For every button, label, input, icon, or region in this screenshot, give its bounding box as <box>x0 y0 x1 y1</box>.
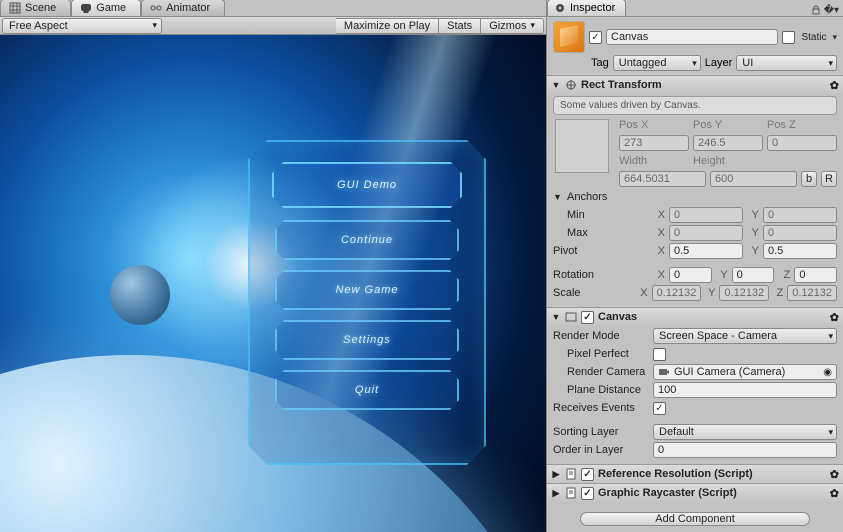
left-pane: Scene Game Animator Free Aspect Maximize… <box>0 0 546 532</box>
pixel-perfect-checkbox[interactable] <box>653 348 666 361</box>
gear-icon[interactable]: ✿ <box>830 487 839 500</box>
tab-scene-label: Scene <box>25 2 56 14</box>
plane-distance-field[interactable]: 100 <box>653 382 837 398</box>
inspector-tab-bar: Inspector �▾ <box>547 0 843 17</box>
raw-button[interactable]: R <box>821 171 837 187</box>
rot-z[interactable]: 0 <box>794 267 837 283</box>
tab-game[interactable]: Game <box>71 0 141 16</box>
height-field[interactable]: 600 <box>710 171 797 187</box>
layer-label: Layer <box>705 57 733 69</box>
fold-icon[interactable]: ▶ <box>551 469 561 480</box>
raycaster-enable-checkbox[interactable] <box>581 487 594 500</box>
rect-transform-component: ▼ Rect Transform ✿ Some values driven by… <box>547 75 843 307</box>
quit-button[interactable]: Quit <box>275 370 459 410</box>
fold-icon[interactable]: ▼ <box>551 312 561 322</box>
panel-menu-icon[interactable]: �▾ <box>824 5 839 16</box>
tag-select[interactable]: Untagged <box>613 55 701 71</box>
gameobject-name-field[interactable]: Canvas <box>606 29 778 45</box>
script-icon <box>565 468 577 480</box>
tab-animator-label: Animator <box>166 2 210 14</box>
render-mode-select[interactable]: Screen Space - Camera <box>653 328 837 344</box>
layer-select[interactable]: UI <box>736 55 837 71</box>
render-camera-field[interactable]: GUI Camera (Camera)◉ <box>653 364 837 380</box>
stats-button[interactable]: Stats <box>439 18 481 34</box>
gizmos-button[interactable]: Gizmos▾ <box>481 18 544 34</box>
game-icon <box>80 2 92 14</box>
pivot-x[interactable]: 0.5 <box>669 243 743 259</box>
active-checkbox[interactable] <box>589 31 602 44</box>
aspect-select[interactable]: Free Aspect <box>2 18 162 34</box>
inspector-tab-options[interactable]: �▾ <box>810 4 843 16</box>
camera-icon <box>658 366 670 378</box>
gear-icon[interactable]: ✿ <box>830 79 839 92</box>
rot-x[interactable]: 0 <box>669 267 712 283</box>
gameobject-header: Canvas Static ▾ <box>547 17 843 55</box>
order-in-layer-field[interactable]: 0 <box>653 442 837 458</box>
sorting-layer-select[interactable]: Default <box>653 424 837 440</box>
anchor-max-y[interactable]: 0 <box>763 225 837 241</box>
continue-button[interactable]: Continue <box>275 220 459 260</box>
animator-icon <box>150 2 162 14</box>
ref-res-enable-checkbox[interactable] <box>581 468 594 481</box>
blueprint-button[interactable]: b <box>801 171 817 187</box>
width-field[interactable]: 664.5031 <box>619 171 706 187</box>
graphic-raycaster-component: ▶ Graphic Raycaster (Script) ✿ <box>547 483 843 502</box>
rect-transform-icon <box>565 79 577 91</box>
receives-events-checkbox[interactable] <box>653 402 666 415</box>
gear-icon[interactable]: ✿ <box>830 311 839 324</box>
scene-icon <box>9 2 21 14</box>
gui-menu-panel: GUI Demo Continue New Game Settings Quit <box>248 140 486 465</box>
pos-z-field[interactable]: 0 <box>767 135 837 151</box>
gui-title: GUI Demo <box>272 162 462 208</box>
lock-icon[interactable] <box>810 4 822 16</box>
inspector-icon <box>554 2 566 14</box>
new-game-button[interactable]: New Game <box>275 270 459 310</box>
pos-x-field[interactable]: 273 <box>619 135 689 151</box>
graphic-raycaster-header[interactable]: ▶ Graphic Raycaster (Script) ✿ <box>547 484 843 502</box>
anchor-min-y[interactable]: 0 <box>763 207 837 223</box>
canvas-icon <box>565 311 577 323</box>
scale-y[interactable]: 0.12132 <box>719 285 769 301</box>
scale-x[interactable]: 0.12132 <box>652 285 702 301</box>
scale-z[interactable]: 0.12132 <box>787 285 837 301</box>
editor-tab-bar: Scene Game Animator <box>0 0 546 17</box>
fold-icon[interactable]: ▼ <box>551 80 561 90</box>
inspector-pane: Inspector �▾ Canvas Static ▾ Tag Untagge… <box>546 0 843 532</box>
script-icon <box>565 487 577 499</box>
pos-y-field[interactable]: 246.5 <box>693 135 763 151</box>
anchor-min-x[interactable]: 0 <box>669 207 743 223</box>
canvas-component: ▼ Canvas ✿ Render ModeScreen Space - Cam… <box>547 307 843 464</box>
tag-layer-row: Tag Untagged Layer UI <box>547 55 843 75</box>
anchor-preset-thumb[interactable] <box>555 119 609 173</box>
tab-scene[interactable]: Scene <box>0 0 71 16</box>
rot-y[interactable]: 0 <box>732 267 775 283</box>
static-label: Static <box>799 32 828 43</box>
tab-animator[interactable]: Animator <box>141 0 225 16</box>
tag-label: Tag <box>591 57 609 69</box>
static-dropdown-icon[interactable]: ▾ <box>832 32 837 43</box>
canvas-header[interactable]: ▼ Canvas ✿ <box>547 308 843 326</box>
gameobject-icon <box>553 21 585 53</box>
add-component-button[interactable]: Add Component <box>580 512 810 526</box>
anchor-max-x[interactable]: 0 <box>669 225 743 241</box>
canvas-enable-checkbox[interactable] <box>581 311 594 324</box>
tab-game-label: Game <box>96 2 126 14</box>
game-view: GUI Demo Continue New Game Settings Quit <box>0 35 546 532</box>
game-toolbar: Free Aspect Maximize on Play Stats Gizmo… <box>0 17 546 35</box>
settings-button[interactable]: Settings <box>275 320 459 360</box>
reference-resolution-component: ▶ Reference Resolution (Script) ✿ <box>547 464 843 483</box>
driven-info: Some values driven by Canvas. <box>553 96 837 115</box>
static-checkbox[interactable] <box>782 31 795 44</box>
tab-inspector[interactable]: Inspector <box>547 0 626 16</box>
gear-icon[interactable]: ✿ <box>830 468 839 481</box>
moon <box>110 265 170 325</box>
fold-icon[interactable]: ▶ <box>551 488 561 499</box>
object-picker-icon[interactable]: ◉ <box>823 367 832 378</box>
reference-resolution-header[interactable]: ▶ Reference Resolution (Script) ✿ <box>547 465 843 483</box>
pivot-y[interactable]: 0.5 <box>763 243 837 259</box>
maximize-on-play-button[interactable]: Maximize on Play <box>336 18 439 34</box>
anchors-fold-icon[interactable]: ▼ <box>553 192 563 202</box>
rect-transform-header[interactable]: ▼ Rect Transform ✿ <box>547 76 843 94</box>
